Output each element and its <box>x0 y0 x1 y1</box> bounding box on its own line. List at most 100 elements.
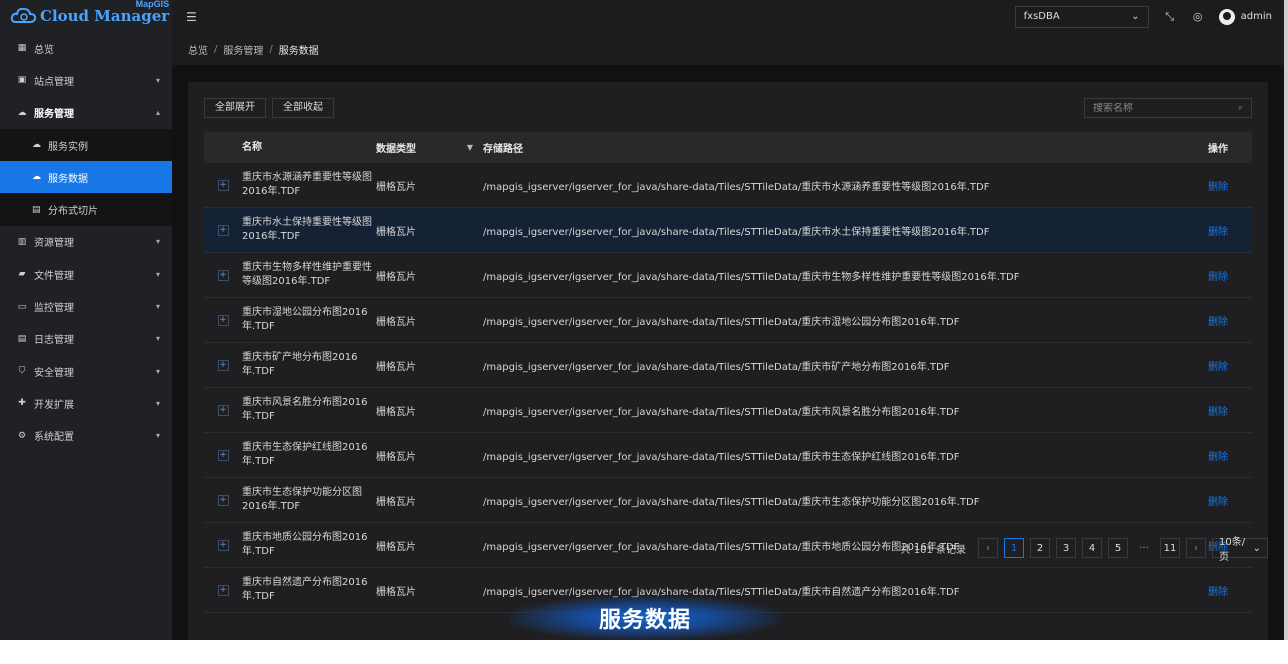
cell-path: /mapgis_igserver/igserver_for_java/share… <box>483 406 960 418</box>
dashboard-icon: ▦ <box>17 43 27 54</box>
table-row[interactable]: + 重庆市风景名胜分布图2016年.TDF 栅格瓦片 /mapgis_igser… <box>204 388 1252 433</box>
expand-row-icon[interactable]: + <box>217 224 229 236</box>
brand-sup: MapGIS <box>135 0 170 9</box>
username[interactable]: admin <box>1241 11 1272 22</box>
cell-type: 栅格瓦片 <box>376 586 416 598</box>
expand-row-icon[interactable]: + <box>217 584 229 596</box>
delete-link[interactable]: 删除 <box>1208 362 1228 373</box>
app-logo[interactable]: MapGIS Cloud Manager <box>0 0 172 32</box>
delete-link[interactable]: 删除 <box>1208 272 1228 283</box>
cell-name: 重庆市生态保护功能分区图2016年.TDF <box>242 487 362 512</box>
cell-path: /mapgis_igserver/igserver_for_java/share… <box>483 181 990 193</box>
sidebar-subitem-instance[interactable]: ☁ 服务实例 <box>0 129 172 161</box>
cloud-logo-icon <box>10 6 38 26</box>
delete-link[interactable]: 删除 <box>1208 452 1228 463</box>
column-header-name: 名称 <box>242 141 262 153</box>
sidebar-item-monitor[interactable]: ▭ 监控管理 ▾ <box>0 290 172 322</box>
delete-link[interactable]: 删除 <box>1208 407 1228 418</box>
expand-row-icon[interactable]: + <box>217 269 229 281</box>
expand-row-icon[interactable]: + <box>217 449 229 461</box>
page-button-current[interactable]: 1 <box>1004 538 1024 558</box>
expand-row-icon[interactable]: + <box>217 359 229 371</box>
sidebar-item-label: 系统配置 <box>34 432 74 444</box>
sidebar-item-label: 文件管理 <box>34 270 74 282</box>
site-icon: ▣ <box>17 75 27 86</box>
sidebar-subitem-label: 分布式切片 <box>48 206 98 218</box>
chevron-down-icon: ▾ <box>155 366 160 376</box>
page-button[interactable]: 3 <box>1056 538 1076 558</box>
service-icon: ☁ <box>17 107 27 118</box>
page-scrollbar[interactable] <box>1284 0 1288 640</box>
db-select[interactable]: fxsDBA ⌄ <box>1014 5 1149 28</box>
gear-icon: ⚙ <box>17 430 27 441</box>
sidebar-item-label: 日志管理 <box>34 335 74 347</box>
sidebar-subitem-slice[interactable]: ▤ 分布式切片 <box>0 193 172 225</box>
cell-path: /mapgis_igserver/igserver_for_java/share… <box>483 271 1020 283</box>
expand-row-icon[interactable]: + <box>217 179 229 191</box>
chevron-down-icon: ▾ <box>155 431 160 441</box>
prev-page-button[interactable]: ‹ <box>978 538 998 558</box>
table-row[interactable]: + 重庆市水土保持重要性等级图2016年.TDF 栅格瓦片 /mapgis_ig… <box>204 208 1252 253</box>
extension-icon: ✚ <box>18 398 26 409</box>
page-button[interactable]: 2 <box>1030 538 1050 558</box>
globe-icon[interactable]: ◎ <box>1191 10 1205 24</box>
expand-all-button[interactable]: 全部展开 <box>204 98 266 118</box>
page-button[interactable]: 5 <box>1108 538 1128 558</box>
cell-name: 重庆市风景名胜分布图2016年.TDF <box>242 397 368 422</box>
expand-row-icon[interactable]: + <box>217 314 229 326</box>
title-banner: 服务数据 <box>510 596 780 640</box>
filter-icon[interactable]: ▼ <box>467 143 473 152</box>
next-page-button[interactable]: › <box>1186 538 1206 558</box>
breadcrumb-current: 服务数据 <box>278 45 319 57</box>
table-row[interactable]: + 重庆市生态保护功能分区图2016年.TDF 栅格瓦片 /mapgis_igs… <box>204 478 1252 523</box>
monitor-icon: ▭ <box>17 301 27 312</box>
delete-link[interactable]: 删除 <box>1208 317 1228 328</box>
delete-link[interactable]: 删除 <box>1208 587 1228 598</box>
cell-type: 栅格瓦片 <box>376 406 416 418</box>
sidebar-item-label: 总览 <box>34 44 54 56</box>
sidebar-subitem-data[interactable]: ☁ 服务数据 <box>0 161 172 194</box>
breadcrumb-item[interactable]: 总览 <box>188 42 208 57</box>
page-ellipsis[interactable]: ··· <box>1134 538 1154 558</box>
avatar[interactable] <box>1218 8 1235 25</box>
cell-name: 重庆市水土保持重要性等级图2016年.TDF <box>242 217 372 242</box>
sidebar-item-config[interactable]: ⚙ 系统配置 ▾ <box>0 420 172 452</box>
page-size-select[interactable]: 10条/页 ⌄ <box>1212 537 1268 563</box>
page-button-last[interactable]: 11 <box>1160 538 1180 558</box>
sidebar-item-site[interactable]: ▣ 站点管理 ▾ <box>0 64 172 96</box>
sidebar-item-log[interactable]: ▤ 日志管理 ▾ <box>0 323 172 355</box>
delete-link[interactable]: 删除 <box>1208 497 1228 508</box>
menu-toggle-icon[interactable]: ☰ <box>186 11 200 23</box>
sidebar-item-label: 站点管理 <box>34 76 74 88</box>
sidebar-item-security[interactable]: ⛉ 安全管理 ▾ <box>0 355 172 387</box>
search-input[interactable] <box>1093 102 1238 114</box>
table-row[interactable]: + 重庆市生物多样性维护重要性等级图2016年.TDF 栅格瓦片 /mapgis… <box>204 253 1252 298</box>
resource-icon: ▥ <box>17 236 27 247</box>
chevron-up-icon: ▴ <box>155 108 160 118</box>
delete-link[interactable]: 删除 <box>1208 182 1228 193</box>
table-row[interactable]: + 重庆市生态保护红线图2016年.TDF 栅格瓦片 /mapgis_igser… <box>204 433 1252 478</box>
page-button[interactable]: 4 <box>1082 538 1102 558</box>
breadcrumb-item[interactable]: 服务管理 <box>223 42 263 57</box>
log-icon: ▤ <box>17 333 27 344</box>
collapse-all-button[interactable]: 全部收起 <box>272 98 334 118</box>
sidebar-item-extension[interactable]: ✚ 开发扩展 ▾ <box>0 387 172 419</box>
sidebar-subitem-label: 服务数据 <box>48 173 88 185</box>
expand-row-icon[interactable]: + <box>217 404 229 416</box>
table-row[interactable]: + 重庆市水源涵养重要性等级图2016年.TDF 栅格瓦片 /mapgis_ig… <box>204 163 1252 208</box>
delete-link[interactable]: 删除 <box>1208 227 1228 238</box>
fullscreen-icon[interactable]: ⤡ <box>1163 10 1177 24</box>
table-row[interactable]: + 重庆市矿产地分布图2016年.TDF 栅格瓦片 /mapgis_igserv… <box>204 343 1252 388</box>
expand-row-icon[interactable]: + <box>217 494 229 506</box>
sidebar-item-resource[interactable]: ▥ 资源管理 ▾ <box>0 226 172 258</box>
table-row[interactable]: + 重庆市湿地公园分布图2016年.TDF 栅格瓦片 /mapgis_igser… <box>204 298 1252 343</box>
cell-type: 栅格瓦片 <box>376 271 416 283</box>
sidebar-item-service[interactable]: ☁ 服务管理 ▴ <box>0 97 172 129</box>
search-icon[interactable]: ⌕ <box>1238 103 1243 113</box>
sidebar-item-file[interactable]: ▰ 文件管理 ▾ <box>0 258 172 290</box>
sidebar-item-overview[interactable]: ▦ 总览 <box>0 32 172 64</box>
cell-path: /mapgis_igserver/igserver_for_java/share… <box>483 226 990 238</box>
table-toolbar: 全部展开 全部收起 <box>204 98 340 118</box>
sidebar-item-label: 服务管理 <box>34 109 74 121</box>
expand-row-icon[interactable]: + <box>217 539 229 551</box>
